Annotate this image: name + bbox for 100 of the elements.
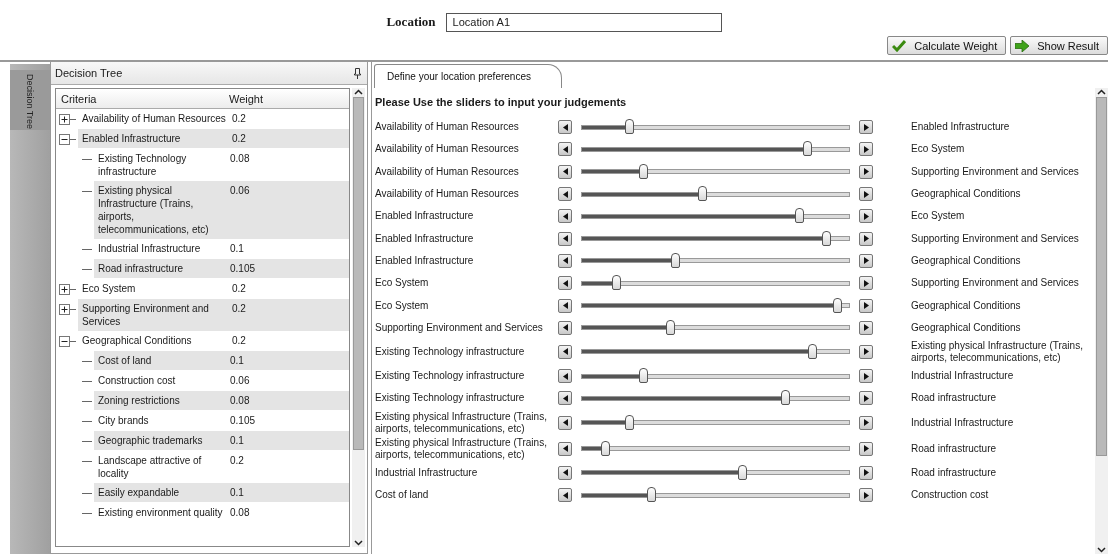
- decrease-button[interactable]: [558, 391, 572, 406]
- expand-icon[interactable]: [59, 283, 70, 295]
- increase-button[interactable]: [859, 320, 873, 335]
- criteria-cell[interactable]: Road infrastructure: [98, 262, 230, 275]
- slider-thumb[interactable]: [821, 230, 831, 246]
- slider-thumb[interactable]: [625, 414, 635, 430]
- decrease-button[interactable]: [558, 465, 572, 480]
- decrease-button[interactable]: [558, 209, 572, 224]
- criteria-cell[interactable]: Geographic trademarks: [98, 434, 230, 447]
- slider-thumb[interactable]: [794, 208, 804, 224]
- slider-thumb[interactable]: [625, 119, 635, 135]
- increase-button[interactable]: [859, 391, 873, 406]
- left-arrow-icon: [562, 168, 568, 176]
- decrease-button[interactable]: [558, 231, 572, 246]
- decrease-button[interactable]: [558, 298, 572, 313]
- criterion-label: Existing physical Infrastructure (Trains, airports, telecommunications, etc): [375, 436, 548, 461]
- right-arrow-icon: [863, 190, 869, 198]
- up-caret-icon[interactable]: [1097, 88, 1106, 97]
- calculate-button[interactable]: Calculate Weight: [887, 36, 1007, 55]
- increase-button[interactable]: [859, 253, 873, 268]
- decrease-button[interactable]: [558, 164, 572, 179]
- criteria-cell[interactable]: City brands: [98, 414, 230, 427]
- collapse-icon[interactable]: [59, 133, 70, 145]
- criteria-cell[interactable]: Construction cost: [98, 374, 230, 387]
- pin-icon[interactable]: [354, 67, 361, 79]
- criterion-label: Eco System: [911, 143, 966, 156]
- decrease-button[interactable]: [558, 187, 572, 202]
- decrease-button[interactable]: [558, 488, 572, 502]
- side-tab-label: Decision Tree: [25, 74, 35, 130]
- decrease-button[interactable]: [558, 253, 572, 268]
- down-caret-icon[interactable]: [354, 538, 363, 547]
- slider-thumb[interactable]: [638, 163, 648, 179]
- slider-thumb[interactable]: [646, 487, 656, 502]
- criteria-cell[interactable]: Cost of land: [98, 354, 230, 367]
- increase-button[interactable]: [859, 164, 873, 179]
- scrollbar[interactable]: [1095, 88, 1108, 554]
- tab[interactable]: Define your location preferences: [374, 64, 562, 88]
- criteria-cell[interactable]: Zoning restrictions: [98, 394, 230, 407]
- decrease-button[interactable]: [558, 344, 572, 359]
- slider-thumb[interactable]: [808, 343, 818, 359]
- decrease-button[interactable]: [558, 142, 572, 157]
- criterion-label: Industrial Infrastructure: [911, 370, 1015, 383]
- decrease-button[interactable]: [558, 276, 572, 291]
- decrease-button[interactable]: [558, 120, 572, 135]
- criteria-cell[interactable]: Supporting Environment and Services: [82, 302, 232, 328]
- slider-thumb[interactable]: [781, 390, 791, 406]
- criteria-cell[interactable]: Landscape attractive of locality: [98, 454, 230, 480]
- criteria-cell[interactable]: Existing physical Infrastructure (Trains, airports, telecommunications, etc): [98, 184, 230, 236]
- increase-button[interactable]: [859, 231, 873, 246]
- right-arrow-icon: [1015, 39, 1030, 52]
- increase-button[interactable]: [859, 369, 873, 384]
- criterion-label: Availability of Human Resources: [375, 143, 520, 156]
- increase-button[interactable]: [859, 187, 873, 202]
- increase-button[interactable]: [859, 344, 873, 359]
- increase-button[interactable]: [859, 209, 873, 224]
- slider-thumb[interactable]: [802, 141, 812, 157]
- slider-thumb[interactable]: [698, 186, 708, 202]
- slider-thumb[interactable]: [601, 440, 611, 456]
- criterion-label: Cost of land: [375, 489, 430, 501]
- increase-button[interactable]: [859, 276, 873, 291]
- increase-button[interactable]: [859, 465, 873, 480]
- expand-icon[interactable]: [59, 303, 70, 315]
- criteria-cell[interactable]: Easily expandable: [98, 486, 230, 499]
- slider-thumb[interactable]: [671, 252, 681, 268]
- increase-button[interactable]: [859, 441, 873, 456]
- criteria-cell[interactable]: Existing Technology infrastructure: [98, 152, 230, 178]
- criterion-label: Construction cost: [911, 489, 990, 501]
- slider-thumb[interactable]: [738, 464, 748, 480]
- decrease-button[interactable]: [558, 320, 572, 335]
- criteria-cell[interactable]: Enabled Infrastructure: [82, 132, 232, 145]
- slider-thumb[interactable]: [832, 297, 842, 313]
- increase-button[interactable]: [859, 298, 873, 313]
- criteria-cell[interactable]: Existing environment quality: [98, 506, 230, 519]
- up-caret-icon[interactable]: [354, 88, 363, 97]
- location-field[interactable]: Location A1: [445, 12, 722, 32]
- down-caret-icon[interactable]: [1097, 545, 1106, 554]
- left-arrow-icon: [562, 324, 568, 332]
- scrollbar[interactable]: [352, 88, 365, 547]
- slider-thumb[interactable]: [611, 275, 621, 291]
- criteria-cell[interactable]: Industrial Infrastructure: [98, 242, 230, 255]
- increase-button[interactable]: [859, 488, 873, 502]
- expand-icon[interactable]: [59, 113, 70, 125]
- collapse-icon[interactable]: [59, 335, 70, 347]
- side-tab[interactable]: Decision Tree: [10, 64, 50, 554]
- increase-button[interactable]: [859, 142, 873, 157]
- increase-button[interactable]: [859, 120, 873, 135]
- result-button[interactable]: Show Result: [1010, 36, 1108, 55]
- decrease-button[interactable]: [558, 415, 572, 430]
- criteria-cell[interactable]: Geographical Conditions: [82, 334, 232, 347]
- decrease-button[interactable]: [558, 369, 572, 384]
- slider-thumb[interactable]: [665, 319, 675, 335]
- slider-thumb[interactable]: [638, 368, 648, 384]
- criteria-cell[interactable]: Availability of Human Resources: [82, 112, 232, 125]
- left-arrow-icon: [562, 235, 568, 243]
- increase-button[interactable]: [859, 415, 873, 430]
- right-arrow-icon: [863, 145, 869, 153]
- decrease-button[interactable]: [558, 441, 572, 456]
- weight-cell: 0.06: [230, 374, 250, 387]
- criterion-label: Road infrastructure: [911, 442, 998, 455]
- criteria-cell[interactable]: Eco System: [82, 282, 232, 295]
